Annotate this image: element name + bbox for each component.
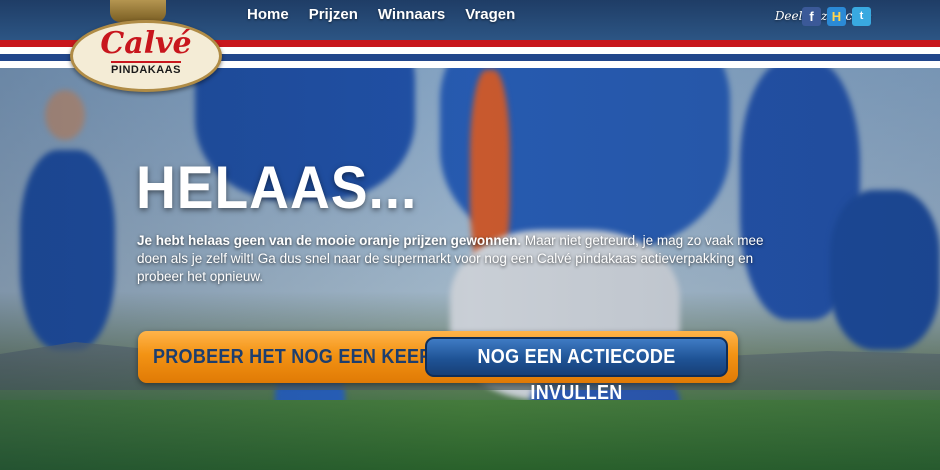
main-nav: Home Prijzen Winnaars Vragen: [247, 6, 515, 23]
facebook-icon[interactable]: f: [802, 7, 821, 26]
retry-label: PROBEER HET NOG EEN KEER:: [153, 346, 439, 368]
nav-home[interactable]: Home: [247, 6, 289, 23]
logo-product-name: PINDAKAAS: [111, 61, 181, 76]
result-message-bold: Je hebt helaas geen van de mooie oranje …: [137, 233, 522, 248]
nav-vragen[interactable]: Vragen: [465, 6, 515, 23]
result-message: Je hebt helaas geen van de mooie oranje …: [137, 232, 777, 286]
logo-brand-name: Calvé: [100, 26, 192, 61]
calve-logo[interactable]: Calvé PINDAKAAS: [70, 20, 222, 92]
twitter-icon[interactable]: t: [852, 7, 871, 26]
hyves-icon[interactable]: H: [827, 7, 846, 26]
enter-new-code-button-label: NOG EEN ACTIECODE INVULLEN: [477, 346, 676, 404]
nav-winnaars[interactable]: Winnaars: [378, 6, 445, 23]
page-title: HELAAS...: [136, 154, 418, 221]
royal-crest-icon: [110, 0, 166, 22]
enter-new-code-button[interactable]: NOG EEN ACTIECODE INVULLEN: [425, 337, 728, 404]
retry-panel: PROBEER HET NOG EEN KEER: NOG EEN ACTIEC…: [138, 331, 738, 404]
nav-prijzen[interactable]: Prijzen: [309, 6, 358, 23]
